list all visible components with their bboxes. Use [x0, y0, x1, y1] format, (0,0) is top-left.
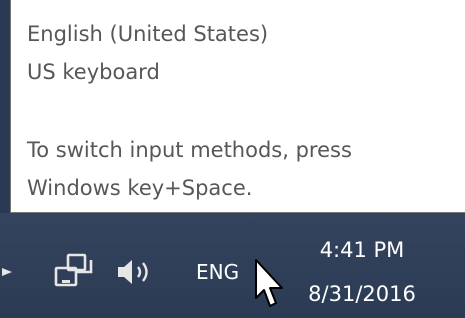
tooltip-language: English (United States)	[27, 22, 269, 46]
network-icon[interactable]	[52, 251, 100, 289]
language-tooltip: English (United States) US keyboard To s…	[10, 0, 465, 213]
input-indicator-button[interactable]: ENG	[196, 260, 239, 284]
volume-icon[interactable]	[114, 256, 160, 288]
tooltip-hint-line2: Windows key+Space.	[27, 176, 253, 200]
tooltip-hint-line1: To switch input methods, press	[27, 138, 352, 162]
mouse-pointer-icon	[255, 259, 283, 307]
show-hidden-icons-arrow-icon[interactable]	[0, 262, 18, 282]
tooltip-keyboard: US keyboard	[27, 60, 160, 84]
clock-date[interactable]: 8/31/2016	[272, 280, 452, 308]
clock-time[interactable]: 4:41 PM	[272, 236, 452, 264]
